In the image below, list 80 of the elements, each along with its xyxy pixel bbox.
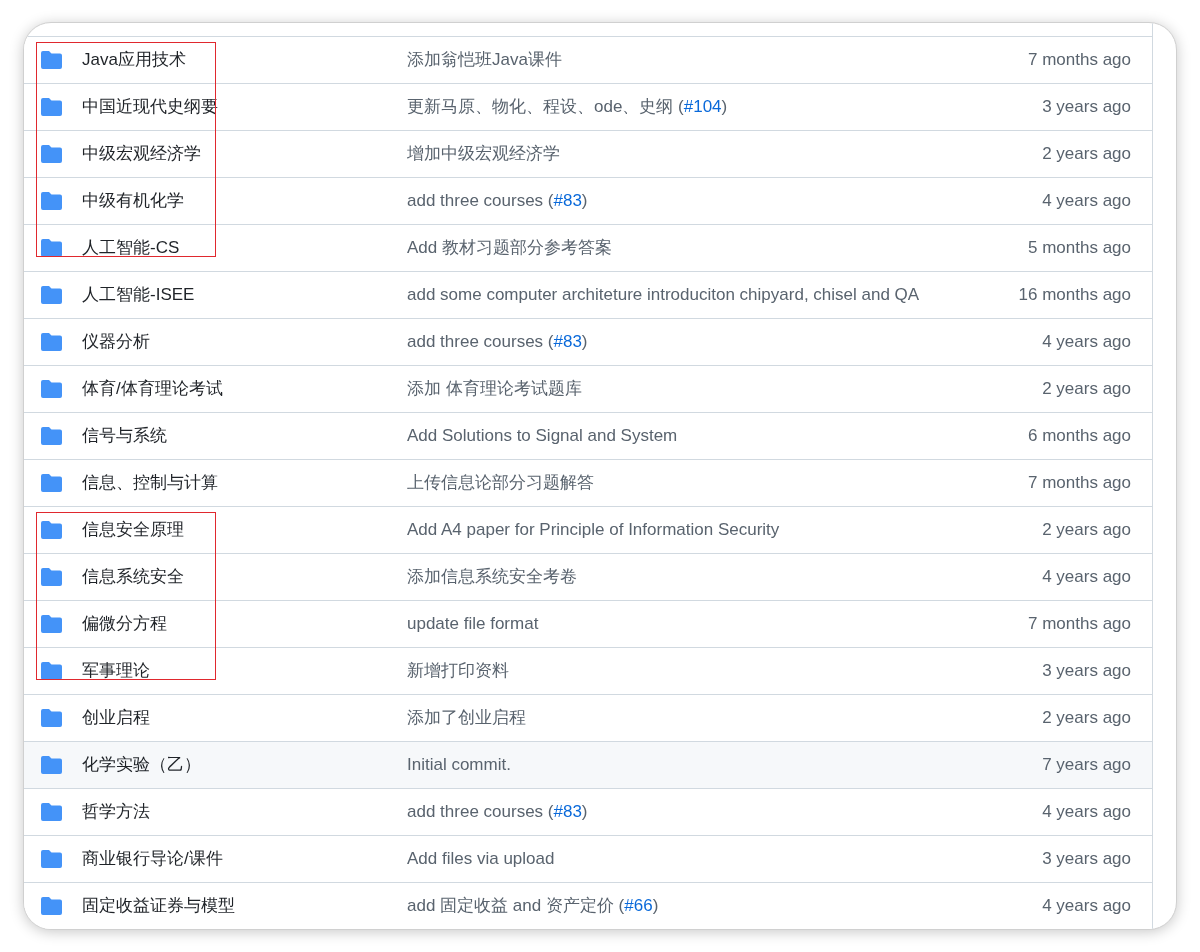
commit-time: 3 years ago — [1042, 97, 1131, 117]
folder-icon — [41, 333, 62, 351]
folder-name-link[interactable]: 固定收益证券与模型 — [82, 896, 235, 916]
commit-time: 16 months ago — [1018, 285, 1131, 305]
commit-message: add three courses (#83) — [407, 191, 588, 211]
commit-message: 添加信息系统安全考卷 — [407, 567, 577, 587]
commit-message: 添加了创业启程 — [407, 708, 526, 728]
commit-message: 更新马原、物化、程设、ode、史纲 (#104) — [407, 97, 728, 117]
pull-request-link[interactable]: #66 — [624, 896, 653, 916]
commit-time: 2 years ago — [1042, 708, 1131, 728]
commit-message: add some computer architeture introduciton chipyard, chisel and QA — [407, 285, 920, 305]
folder-icon — [41, 427, 62, 445]
folder-icon — [41, 615, 62, 633]
folder-icon — [41, 568, 62, 586]
commit-message: 上传信息论部分习题解答 — [407, 473, 594, 493]
pull-request-link[interactable]: #83 — [553, 802, 582, 822]
folder-icon — [41, 803, 62, 821]
folder-name-link[interactable]: 中级宏观经济学 — [82, 144, 201, 164]
folder-icon — [41, 192, 62, 210]
folder-icon — [41, 756, 62, 774]
folder-icon — [41, 850, 62, 868]
folder-icon — [41, 897, 62, 915]
commit-message: Add A4 paper for Principle of Information Security — [407, 520, 780, 540]
commit-message: 添加 体育理论考试题库 — [407, 379, 582, 399]
folder-icon — [41, 239, 62, 257]
pull-request-link[interactable]: #83 — [553, 332, 582, 352]
folder-icon — [41, 98, 62, 116]
commit-time: 4 years ago — [1042, 332, 1131, 352]
folder-icon — [41, 662, 62, 680]
commit-time: 2 years ago — [1042, 379, 1131, 399]
commit-time: 4 years ago — [1042, 567, 1131, 587]
folder-name-link[interactable]: 人工智能-CS — [82, 238, 180, 258]
folder-icon — [41, 286, 62, 304]
folder-name-link[interactable]: 信息系统安全 — [82, 567, 184, 587]
commit-message: update file format — [407, 614, 539, 634]
commit-message: 添加翁恺班Java课件 — [407, 50, 562, 70]
folder-name-link[interactable]: 中级有机化学 — [82, 191, 184, 211]
commit-message: add 固定收益 and 资产定价 (#66) — [407, 896, 659, 916]
pull-request-link[interactable]: #83 — [553, 191, 582, 211]
folder-name-link[interactable]: 创业启程 — [82, 708, 150, 728]
folder-icon — [41, 145, 62, 163]
commit-time: 4 years ago — [1042, 802, 1131, 822]
commit-message: Add files via upload — [407, 849, 555, 869]
commit-time: 2 years ago — [1042, 144, 1131, 164]
folder-name-link[interactable]: 信息、控制与计算 — [82, 473, 218, 493]
commit-time: 3 years ago — [1042, 661, 1131, 681]
folder-icon — [41, 709, 62, 727]
folder-name-link[interactable]: 信息安全原理 — [82, 520, 184, 540]
commit-time: 7 months ago — [1028, 614, 1131, 634]
folder-name-link[interactable]: 体育/体育理论考试 — [82, 379, 223, 399]
commit-time: 4 years ago — [1042, 191, 1131, 211]
commit-time: 6 months ago — [1028, 426, 1131, 446]
commit-message: add three courses (#83) — [407, 332, 588, 352]
commit-message: Add 教材习题部分参考答案 — [407, 238, 612, 258]
commit-time: 3 years ago — [1042, 849, 1131, 869]
commit-time: 2 years ago — [1042, 520, 1131, 540]
commit-message: Add Solutions to Signal and System — [407, 426, 678, 446]
commit-message: 增加中级宏观经济学 — [407, 144, 560, 164]
commit-time: 7 months ago — [1028, 50, 1131, 70]
folder-name-link[interactable]: 偏微分方程 — [82, 614, 167, 634]
commit-time: 4 years ago — [1042, 896, 1131, 916]
folder-name-link[interactable]: 仪器分析 — [82, 332, 150, 352]
commit-time: 5 months ago — [1028, 238, 1131, 258]
folder-name-link[interactable]: 化学实验（乙） — [82, 755, 201, 775]
folder-name-link[interactable]: 军事理论 — [82, 661, 150, 681]
commit-time: 7 years ago — [1042, 755, 1131, 775]
folder-name-link[interactable]: 哲学方法 — [82, 802, 150, 822]
pull-request-link[interactable]: #104 — [683, 97, 722, 117]
commit-message: Initial commit. — [407, 755, 511, 775]
folder-icon — [41, 521, 62, 539]
commit-time: 7 months ago — [1028, 473, 1131, 493]
folder-name-link[interactable]: 信号与系统 — [82, 426, 167, 446]
folder-name-link[interactable]: 人工智能-ISEE — [82, 285, 195, 305]
folder-icon — [41, 474, 62, 492]
commit-message: add three courses (#83) — [407, 802, 588, 822]
folder-icon — [41, 51, 62, 69]
folder-icon — [41, 380, 62, 398]
commit-message: 新增打印资料 — [407, 661, 509, 681]
folder-name-link[interactable]: Java应用技术 — [82, 50, 186, 70]
folder-name-link[interactable]: 商业银行导论/课件 — [82, 849, 223, 869]
